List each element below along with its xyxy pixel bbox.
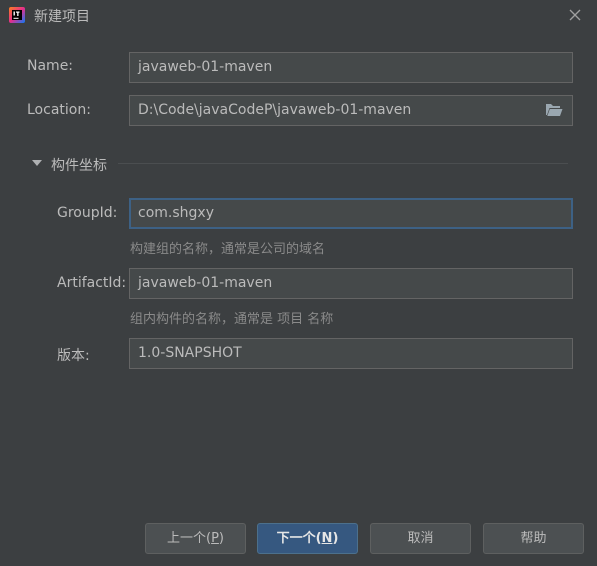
next-button-label: 下一个(	[276, 531, 322, 546]
artifactid-input[interactable]: javaweb-01-maven	[129, 268, 573, 299]
close-icon[interactable]	[566, 6, 584, 24]
dialog-title: 新建项目	[34, 9, 90, 25]
intellij-idea-icon	[9, 7, 25, 23]
next-button[interactable]: 下一个(N)	[257, 523, 358, 554]
previous-button-mnemonic: P	[211, 531, 219, 546]
help-button[interactable]: 帮助	[483, 523, 584, 554]
location-input[interactable]: D:\Code\javaCodeP\javaweb-01-maven	[129, 95, 573, 126]
name-label: Name:	[27, 58, 74, 74]
folder-open-icon[interactable]	[545, 102, 563, 117]
title-bar: 新建项目	[0, 0, 597, 32]
section-title[interactable]: 构件坐标	[51, 155, 107, 175]
new-project-dialog: 新建项目 Name: javaweb-01-maven Location: D:…	[0, 0, 597, 566]
triangle-down-icon[interactable]	[32, 158, 42, 168]
artifactid-label: ArtifactId:	[57, 275, 127, 291]
section-divider	[118, 163, 568, 164]
cancel-button[interactable]: 取消	[370, 523, 471, 554]
artifactid-hint: 组内构件的名称，通常是 项目 名称	[130, 312, 334, 327]
previous-button-label: 上一个(	[167, 531, 212, 546]
name-input[interactable]: javaweb-01-maven	[129, 52, 573, 83]
next-button-close: )	[332, 531, 339, 546]
version-input[interactable]: 1.0-SNAPSHOT	[129, 338, 573, 369]
groupid-input[interactable]: com.shgxy	[129, 198, 573, 229]
previous-button[interactable]: 上一个(P)	[145, 523, 246, 554]
groupid-hint: 构建组的名称，通常是公司的域名	[130, 242, 326, 257]
previous-button-close: )	[218, 531, 224, 546]
groupid-label: GroupId:	[57, 205, 118, 221]
next-button-mnemonic: N	[321, 531, 333, 546]
location-label: Location:	[27, 102, 91, 118]
version-label: 版本:	[57, 348, 90, 364]
